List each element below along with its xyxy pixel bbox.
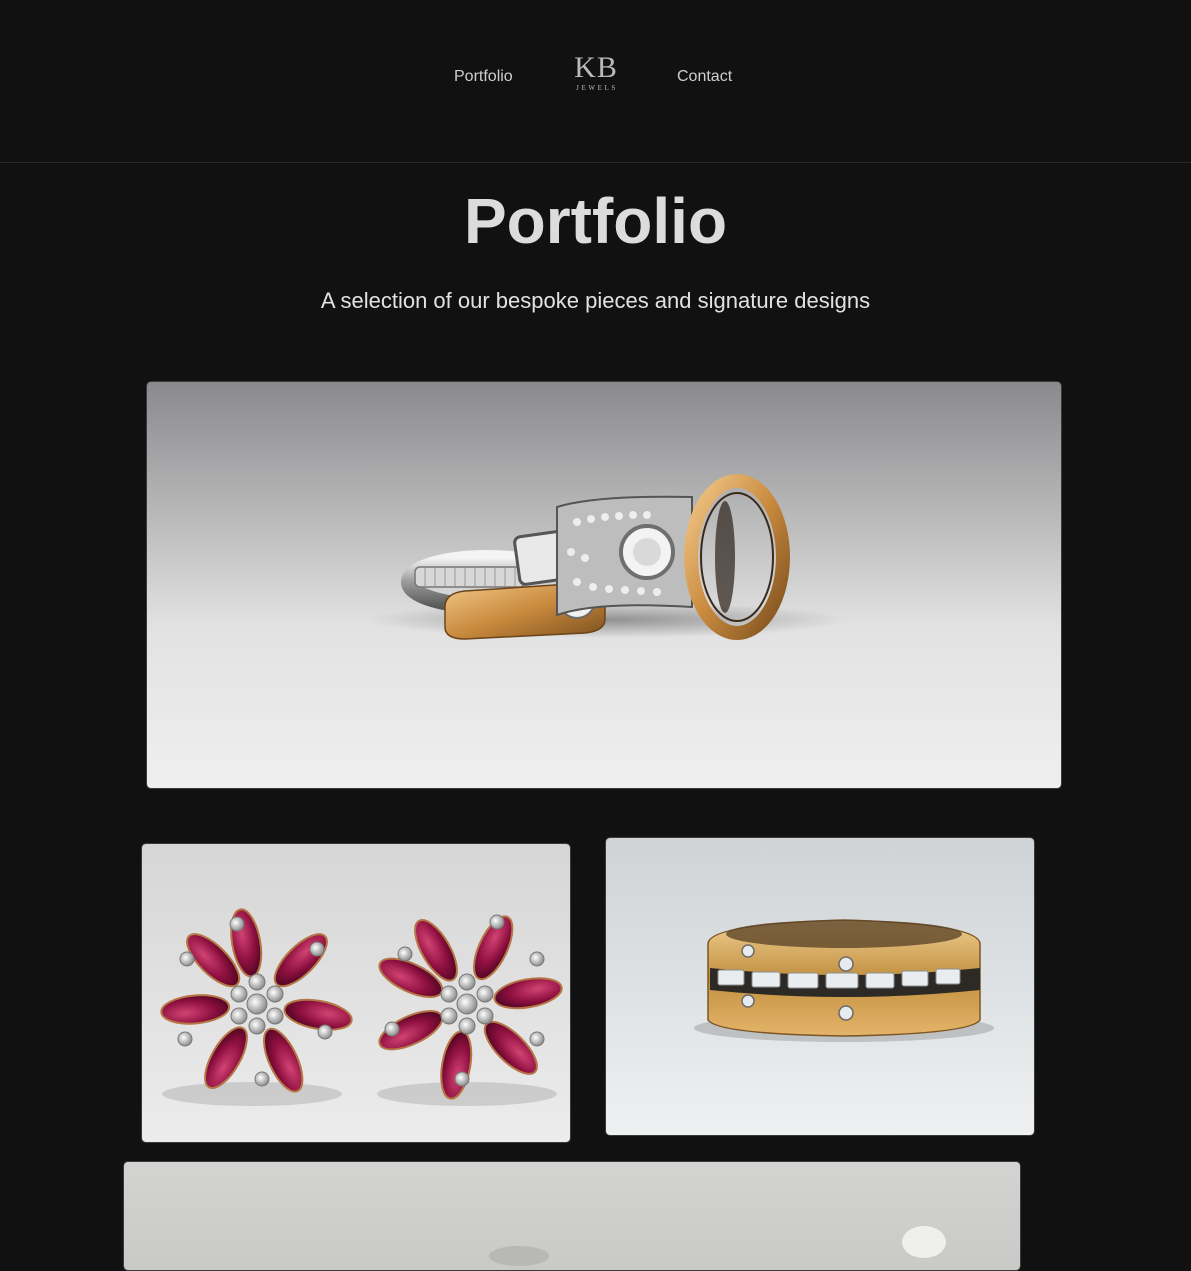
kb-jewels-logo[interactable]: KB JEWELS	[566, 53, 626, 97]
gallery-photo-ruby-earrings[interactable]	[141, 843, 571, 1143]
nav-link-contact[interactable]: Contact	[677, 66, 732, 88]
logo-mark: KB	[574, 51, 618, 84]
nav-link-portfolio[interactable]: Portfolio	[454, 66, 513, 88]
logo-subtitle: JEWELS	[576, 84, 618, 92]
rings-stack-image	[147, 382, 1061, 788]
gallery-photo-partial[interactable]	[123, 1161, 1021, 1271]
site-header: Portfolio KB JEWELS Contact	[0, 0, 1191, 163]
gallery-photo-gold-band[interactable]	[605, 837, 1035, 1136]
ruby-earrings-image	[142, 844, 570, 1142]
gold-band-image	[606, 838, 1034, 1135]
gallery-photo-rings-stack[interactable]	[146, 381, 1062, 789]
partial-jewelry-image	[124, 1162, 1020, 1270]
page-title: Portfolio	[463, 185, 728, 257]
page-subtitle: A selection of our bespoke pieces and si…	[320, 288, 871, 313]
